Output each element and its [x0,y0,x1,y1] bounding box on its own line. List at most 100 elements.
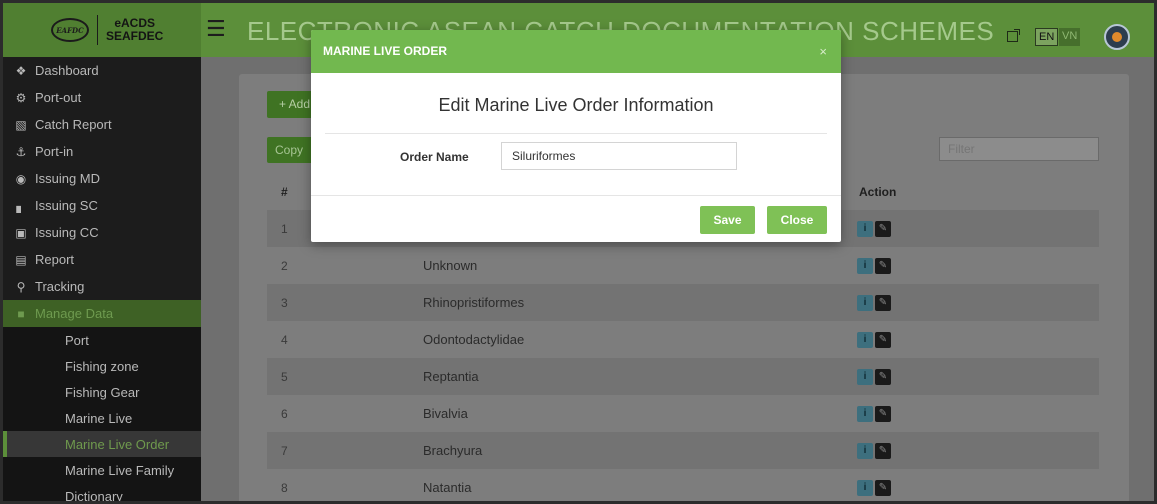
sidebar-item-label: Issuing MD [35,171,101,186]
row-number: 2 [281,258,288,273]
pencil-icon[interactable]: ✎ [875,479,891,496]
close-icon[interactable]: × [819,30,827,73]
sidebar-item-issuing-sc[interactable]: ▖ Issuing SC [3,192,201,219]
info-icon[interactable]: i [857,220,873,237]
row-number: 8 [281,480,288,495]
factory-icon: ▖ [16,198,26,213]
order-name-row: Order Name [311,142,841,172]
info-icon[interactable]: i [857,368,873,385]
sidebar-item-catch-report[interactable]: ▧ Catch Report [3,111,201,138]
pencil-icon[interactable]: ✎ [875,405,891,422]
app-window: EAFDC eACDS SEAFDEC ☰ ELECTRONIC ASEAN C… [0,0,1157,504]
modal-footer: Save Close [311,195,841,242]
brand-divider [97,15,98,45]
sidebar-subitem-fishing-zone[interactable]: Fishing zone [3,353,201,379]
sidebar-item-port-in[interactable]: ⚓ Port-in [3,138,201,165]
sidebar-subitem-fishing-gear[interactable]: Fishing Gear [3,379,201,405]
sidebar-subitem-marine-live-family[interactable]: Marine Live Family [3,457,201,483]
info-icon[interactable]: i [857,479,873,496]
table-row: 4 Odontodactylidae i ✎ [267,321,1099,358]
info-icon[interactable]: i [857,405,873,422]
sidebar-item-report[interactable]: ▤ Report [3,246,201,273]
close-button[interactable]: Close [767,206,827,234]
external-link-icon[interactable] [1007,29,1020,42]
home-icon: ❖ [15,63,27,78]
sidebar-item-label: Issuing CC [35,225,99,240]
info-icon[interactable]: i [857,257,873,274]
column-header-number: # [281,185,288,199]
sidebar-item-label: Issuing SC [35,198,98,213]
brand-name: eACDS SEAFDEC [106,17,163,43]
info-icon[interactable]: i [857,294,873,311]
table-row: 7 Brachyura i ✎ [267,432,1099,469]
sidebar-item-port-out[interactable]: ⚙ Port-out [3,84,201,111]
row-number: 6 [281,406,288,421]
pencil-icon[interactable]: ✎ [875,442,891,459]
row-name: Odontodactylidae [423,332,525,347]
sidebar-item-label: Dashboard [35,63,99,78]
pencil-icon[interactable]: ✎ [875,368,891,385]
map-marker-icon: ⚲ [16,279,26,294]
file-icon: ▧ [15,117,27,132]
user-avatar[interactable] [1104,24,1130,50]
row-actions: i ✎ [857,220,891,237]
sidebar-subitem-port[interactable]: Port [3,327,201,353]
pencil-icon[interactable]: ✎ [875,331,891,348]
chart-icon: ▤ [15,252,27,267]
lang-en-button[interactable]: EN [1035,28,1059,46]
table-row: 5 Reptantia i ✎ [267,358,1099,395]
folder-icon: ■ [17,306,25,321]
modal-divider [325,133,827,134]
gear-icon: ⚙ [15,90,27,105]
edit-order-modal: MARINE LIVE ORDER × Edit Marine Live Ord… [311,30,841,242]
row-number: 5 [281,369,288,384]
table-row: 8 Natantia i ✎ [267,469,1099,501]
modal-header: MARINE LIVE ORDER × [311,30,841,73]
avatar-icon [1112,32,1122,42]
row-actions: i ✎ [857,257,891,274]
table-row: 2 Unknown i ✎ [267,247,1099,284]
filter-input[interactable] [939,137,1099,161]
brand-line2: SEAFDEC [106,29,164,43]
pencil-icon[interactable]: ✎ [875,294,891,311]
row-name: Unknown [423,258,478,273]
row-number: 3 [281,295,288,310]
lang-vn-button[interactable]: VN [1059,28,1081,46]
table-row: 6 Bivalvia i ✎ [267,395,1099,432]
order-name-label: Order Name [400,150,469,164]
sidebar-item-manage-data[interactable]: ■ Manage Data [3,300,201,327]
sidebar-item-issuing-md[interactable]: ◉ Issuing MD [3,165,201,192]
modal-title: Edit Marine Live Order Information [438,95,714,115]
row-number: 7 [281,443,288,458]
cc-icon: ▣ [15,225,27,240]
sidebar-subitem-marine-live[interactable]: Marine Live [3,405,201,431]
row-number: 4 [281,332,288,347]
pencil-icon[interactable]: ✎ [875,257,891,274]
row-actions: i ✎ [857,294,891,311]
pencil-icon[interactable]: ✎ [875,220,891,237]
row-name: Reptantia [423,369,479,384]
copy-button[interactable]: Copy [267,137,317,163]
row-name: Bivalvia [423,406,468,421]
row-actions: i ✎ [857,442,891,459]
row-actions: i ✎ [857,405,891,422]
row-actions: i ✎ [857,368,891,385]
sidebar: ❖ Dashboard ⚙ Port-out ▧ Catch Report ⚓ Port… [3,57,201,501]
info-icon[interactable]: i [857,442,873,459]
sidebar-item-issuing-cc[interactable]: ▣ Issuing CC [3,219,201,246]
order-name-input[interactable] [501,142,737,170]
sidebar-item-label: Report [35,252,75,267]
data-table: 1 i ✎ 2 Unknown i ✎ 3 Rhinopristiformes i ✎… [267,210,1099,501]
sidebar-item-tracking[interactable]: ⚲ Tracking [3,273,201,300]
sidebar-subitem-marine-live-order[interactable]: Marine Live Order [3,431,201,457]
sidebar-subitem-dictionary[interactable]: Dictionary [3,483,201,501]
sidebar-item-dashboard[interactable]: ❖ Dashboard [3,57,201,84]
info-icon[interactable]: i [857,331,873,348]
row-number: 1 [281,221,288,236]
anchor-icon: ⚓ [15,144,27,159]
menu-toggle-icon[interactable]: ☰ [206,18,226,40]
save-button[interactable]: Save [700,206,755,234]
sidebar-item-label: Tracking [35,279,85,294]
brand[interactable]: EAFDC eACDS SEAFDEC [3,3,201,57]
sidebar-item-label: Port-out [35,90,82,105]
